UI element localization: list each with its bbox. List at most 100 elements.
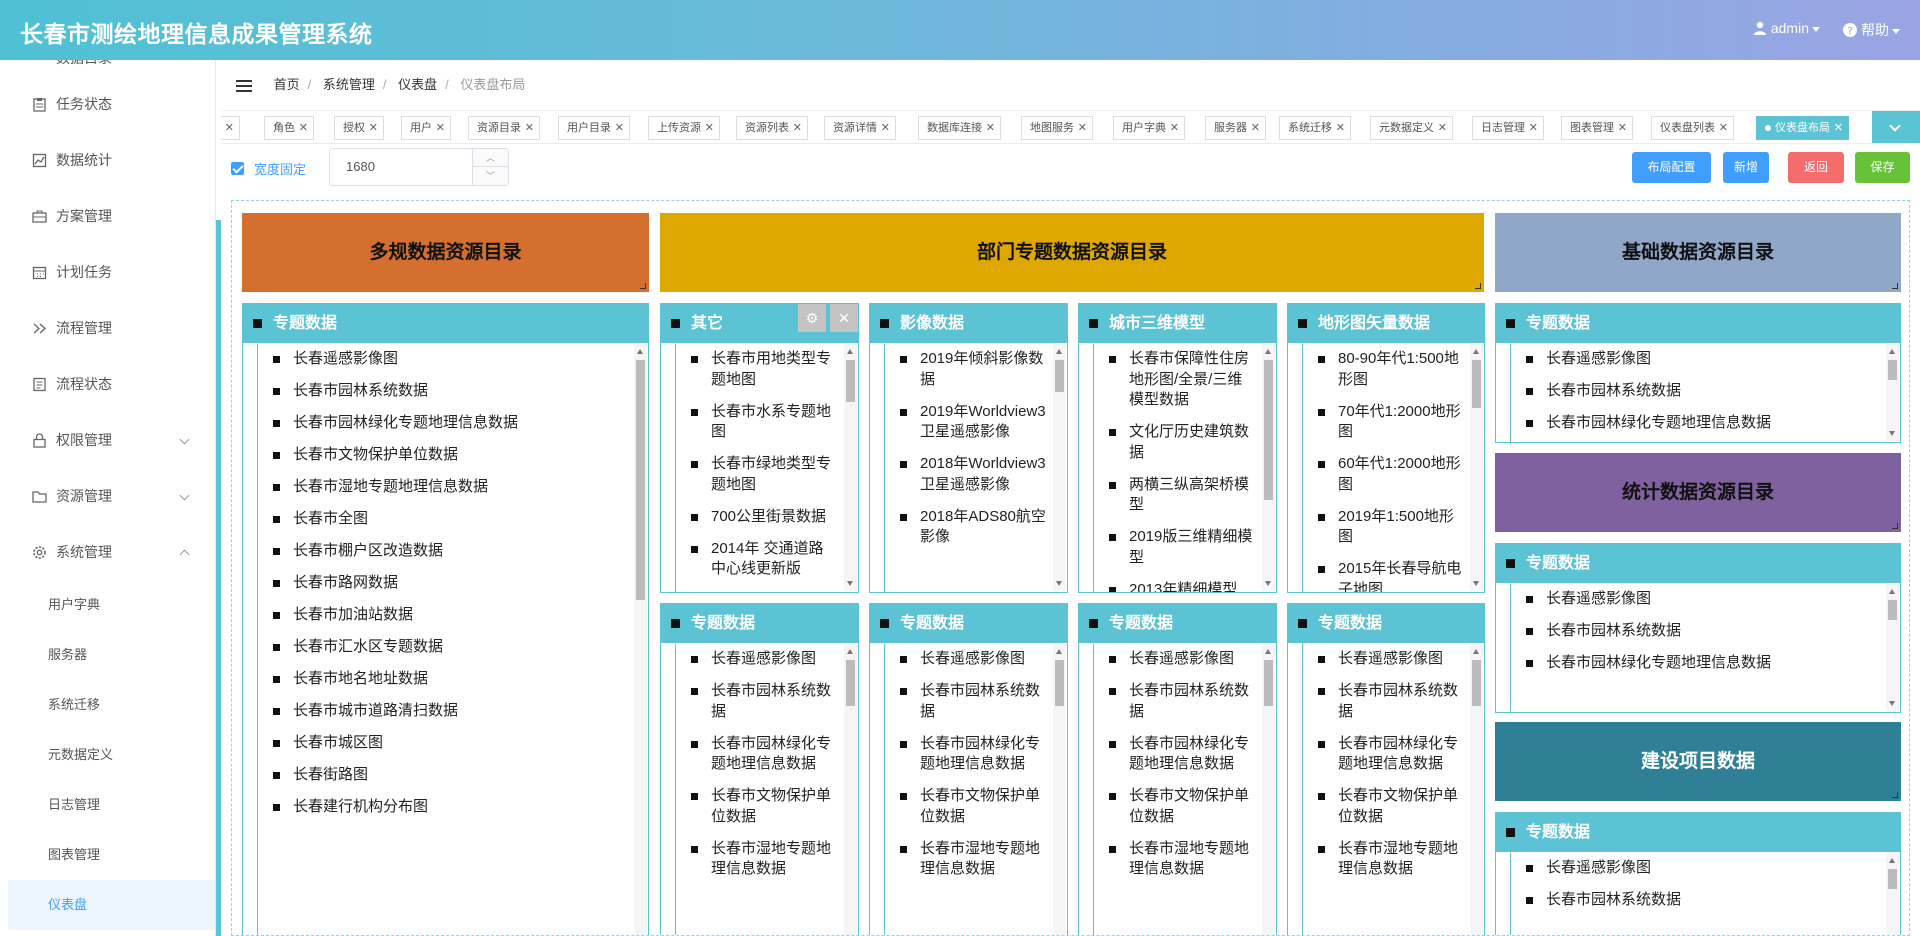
scroll-down-icon[interactable]	[1889, 701, 1895, 706]
settings-icon[interactable]: ⚙	[798, 304, 826, 332]
list-item[interactable]: 长春市园林系统数据	[270, 381, 628, 402]
save-button[interactable]: 保存	[1855, 152, 1910, 183]
help-menu[interactable]: ? 帮助	[1843, 20, 1900, 40]
list-item[interactable]: 长春建行机构分布图	[270, 797, 628, 818]
scrollbar[interactable]	[844, 344, 857, 591]
scroll-thumb[interactable]	[1472, 660, 1481, 706]
section-header-basic[interactable]: 基础数据资源目录	[1495, 213, 1901, 292]
list-item[interactable]: 长春市城市道路清扫数据	[270, 701, 628, 722]
list-item[interactable]: 2015年长春导航电子地图	[1315, 559, 1464, 592]
list-item[interactable]: 长春市园林系统数据	[1523, 890, 1880, 911]
breadcrumb-system[interactable]: 系统管理	[323, 77, 375, 92]
list-item[interactable]: 长春市湿地专题地理信息数据	[688, 839, 838, 880]
scroll-thumb[interactable]	[1472, 360, 1481, 408]
tag[interactable]: 态✕	[221, 116, 240, 140]
tag[interactable]: 服务器 ✕	[1205, 116, 1266, 140]
scroll-up-icon[interactable]	[637, 349, 643, 354]
card-construction-topic-data[interactable]: 专题数据 长春遥感影像图 长春市园林系统数据	[1495, 812, 1901, 935]
tag[interactable]: 日志管理 ✕	[1472, 116, 1544, 140]
scroll-thumb[interactable]	[846, 660, 855, 706]
layout-config-button[interactable]: 布局配置	[1632, 152, 1711, 183]
list-item[interactable]: 长春市湿地专题地理信息数据	[270, 477, 628, 498]
scroll-thumb[interactable]	[1888, 360, 1897, 380]
width-stepper[interactable]: ︿ ﹀	[472, 149, 508, 185]
list-item[interactable]: 长春市湿地专题地理信息数据	[897, 839, 1047, 880]
tag[interactable]: 数据库连接 ✕	[918, 116, 1001, 140]
list-item[interactable]: 长春市文物保护单位数据	[270, 445, 628, 466]
card-topic-data[interactable]: 专题数据 长春遥感影像图 长春市园林系统数据 长春市园林绿化专题地理信息数据 长…	[1078, 603, 1277, 935]
increment-icon[interactable]: ︿	[473, 149, 508, 167]
scroll-thumb[interactable]	[636, 360, 645, 600]
sidebar-item-scheduled-tasks[interactable]: 计划任务	[0, 244, 215, 300]
list-item[interactable]: 长春市文物保护单位数据	[897, 786, 1047, 827]
list-item[interactable]: 长春遥感影像图	[1523, 349, 1880, 370]
list-item[interactable]: 长春遥感影像图	[1523, 858, 1880, 879]
close-icon[interactable]: ✕	[881, 117, 890, 139]
list-item[interactable]: 长春市文物保护单位数据	[688, 786, 838, 827]
list-item[interactable]: 长春市园林绿化专题地理信息数据	[1523, 653, 1880, 674]
card-topographic-vector[interactable]: 地形图矢量数据 80-90年代1:500地形图 70年代1:2000地形图 60…	[1287, 303, 1485, 593]
scrollbar[interactable]	[634, 344, 647, 935]
width-number-input[interactable]: 1680 ︿ ﹀	[329, 148, 509, 186]
scroll-thumb[interactable]	[1888, 869, 1897, 889]
tag[interactable]: 元数据定义 ✕	[1370, 116, 1453, 140]
close-icon[interactable]: ✕	[830, 304, 858, 332]
list-item[interactable]: 2018年Worldview3卫星遥感影像	[897, 454, 1047, 495]
scrollbar[interactable]	[1470, 344, 1483, 591]
list-item[interactable]: 长春遥感影像图	[897, 649, 1047, 670]
card-topic-data[interactable]: 专题数据 长春遥感影像图 长春市园林系统数据 长春市园林绿化专题地理信息数据 长…	[1287, 603, 1485, 935]
list-item[interactable]: 长春市园林系统数据	[688, 681, 838, 722]
close-icon[interactable]: ✕	[615, 117, 624, 139]
list-item[interactable]: 2014年 交通道路中心线更新版	[688, 539, 838, 580]
sidebar-item-data-statistics[interactable]: 数据统计	[0, 132, 215, 188]
scroll-up-icon[interactable]	[847, 349, 853, 354]
sidebar-subitem-metadata-definition[interactable]: 元数据定义	[0, 730, 215, 780]
list-item[interactable]: 长春市园林绿化专题地理信息数据	[1523, 413, 1880, 434]
list-item[interactable]: 长春市绿地类型专题地图	[688, 454, 838, 495]
list-item[interactable]: 长春市棚户区改造数据	[270, 541, 628, 562]
list-item[interactable]: 700公里街景数据	[688, 507, 838, 528]
list-item[interactable]: 2019年Worldview3卫星遥感影像	[897, 402, 1047, 443]
list-item[interactable]: 长春遥感影像图	[688, 649, 838, 670]
menu-icon[interactable]	[236, 77, 252, 95]
scroll-up-icon[interactable]	[847, 649, 853, 654]
list-item[interactable]: 长春市城区图	[270, 733, 628, 754]
scroll-down-icon[interactable]	[1473, 581, 1479, 586]
list-item[interactable]: 长春市文物保护单位数据	[1315, 786, 1464, 827]
tag[interactable]: 角色 ✕	[264, 116, 314, 140]
list-item[interactable]: 2018年ADS80航空影像	[897, 507, 1047, 548]
scrollbar[interactable]	[1262, 644, 1275, 935]
close-icon[interactable]: ✕	[1438, 117, 1447, 139]
sidebar-subitem-server[interactable]: 服务器	[0, 630, 215, 680]
close-icon[interactable]: ✕	[1529, 117, 1538, 139]
scroll-up-icon[interactable]	[1473, 649, 1479, 654]
close-icon[interactable]: ✕	[1170, 117, 1179, 139]
list-item[interactable]: 长春遥感影像图	[1523, 589, 1880, 610]
tag[interactable]: 授权 ✕	[334, 116, 384, 140]
list-item[interactable]: 长春市园林系统数据	[1523, 621, 1880, 642]
tag[interactable]: 上传资源 ✕	[648, 116, 720, 140]
close-icon[interactable]: ✕	[1336, 117, 1345, 139]
close-icon[interactable]: ✕	[525, 117, 534, 139]
list-item[interactable]: 2019年1:500地形图	[1315, 507, 1464, 548]
close-icon[interactable]: ✕	[1618, 117, 1627, 139]
add-button[interactable]: 新增	[1723, 152, 1769, 183]
list-item[interactable]: 长春市路网数据	[270, 573, 628, 594]
list-item[interactable]: 文化厅历史建筑数据	[1106, 422, 1256, 463]
scroll-thumb[interactable]	[1264, 660, 1273, 706]
scroll-thumb[interactable]	[1264, 360, 1273, 500]
close-icon[interactable]: ✕	[436, 117, 445, 139]
list-item[interactable]: 长春市园林绿化专题地理信息数据	[1106, 734, 1256, 775]
sidebar-subitem-system-migration[interactable]: 系统迁移	[0, 680, 215, 730]
list-item[interactable]: 长春市加油站数据	[270, 605, 628, 626]
tag-active[interactable]: 仪表盘布局 ✕	[1756, 116, 1849, 140]
tag[interactable]: 仪表盘列表 ✕	[1651, 116, 1734, 140]
list-item[interactable]: 长春市文物保护单位数据	[1106, 786, 1256, 827]
sidebar-item-resource-management[interactable]: 资源管理	[0, 468, 215, 524]
sidebar-item-process-status[interactable]: 流程状态	[0, 356, 215, 412]
list-item[interactable]: 2013年精细模型	[1106, 580, 1256, 592]
scroll-thumb[interactable]	[1055, 360, 1064, 392]
scroll-down-icon[interactable]	[847, 581, 853, 586]
scroll-up-icon[interactable]	[1265, 649, 1271, 654]
list-item[interactable]: 70年代1:2000地形图	[1315, 402, 1464, 443]
